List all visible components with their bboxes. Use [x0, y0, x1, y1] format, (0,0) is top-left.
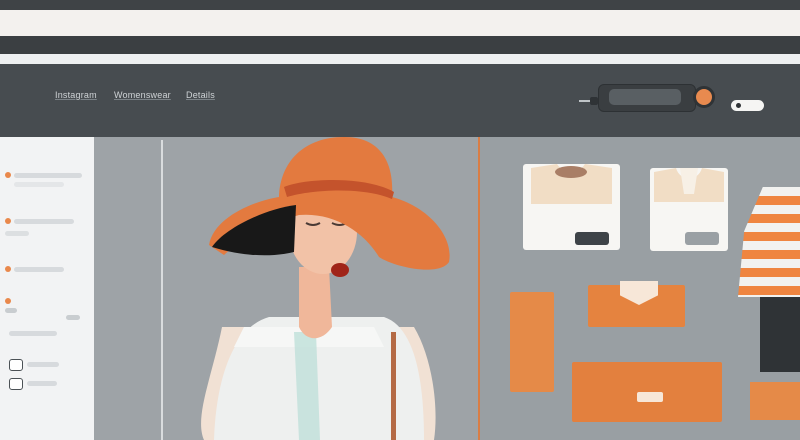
product-lamp-shade[interactable] [738, 187, 800, 297]
search-box [598, 84, 696, 112]
nav-item-2[interactable]: Womenswear [114, 90, 171, 100]
filter-toggle[interactable] [66, 315, 80, 320]
product-price-tag-2[interactable] [685, 232, 719, 245]
user-login-icon [736, 103, 741, 108]
filter-option-4[interactable] [5, 308, 17, 313]
filter-dot-1[interactable] [5, 172, 11, 178]
product-card-bag-1[interactable] [510, 292, 554, 392]
nav-item-3[interactable]: Details [186, 90, 215, 100]
toolbar-separator [0, 54, 800, 64]
filter-checkbox-2[interactable] [9, 378, 23, 390]
product-card-box[interactable] [750, 382, 800, 420]
filter-dot-4[interactable] [5, 298, 11, 304]
filter-checkbox-2-label [27, 381, 57, 386]
filter-option-1-sub [14, 182, 64, 187]
search-input[interactable] [609, 89, 681, 105]
filter-dot-2[interactable] [5, 218, 11, 224]
search-button-icon[interactable] [693, 86, 715, 108]
address-bar[interactable] [0, 10, 800, 36]
product-lamp-base [760, 297, 800, 372]
product-grid [480, 137, 800, 440]
filter-option-3[interactable] [14, 267, 64, 272]
hero-illustration [201, 137, 450, 440]
clutch-clasp [637, 392, 663, 402]
product-price-tag-1[interactable] [575, 232, 609, 245]
hero-divider [161, 140, 163, 440]
filter-option-2[interactable] [14, 219, 74, 224]
window-top-strip [0, 0, 800, 10]
filter-dot-3[interactable] [5, 266, 11, 272]
filter-checkbox-1-label [27, 362, 59, 367]
hero-banner[interactable] [94, 137, 478, 440]
filter-option-2-sub [5, 231, 29, 236]
nav-item-1[interactable]: Instagram [55, 90, 97, 100]
filter-checkbox-1[interactable] [9, 359, 23, 371]
filter-option-1[interactable] [14, 173, 82, 178]
filter-option-5[interactable] [9, 331, 57, 336]
browser-toolbar [0, 36, 800, 54]
search-lead-icon [590, 97, 598, 105]
